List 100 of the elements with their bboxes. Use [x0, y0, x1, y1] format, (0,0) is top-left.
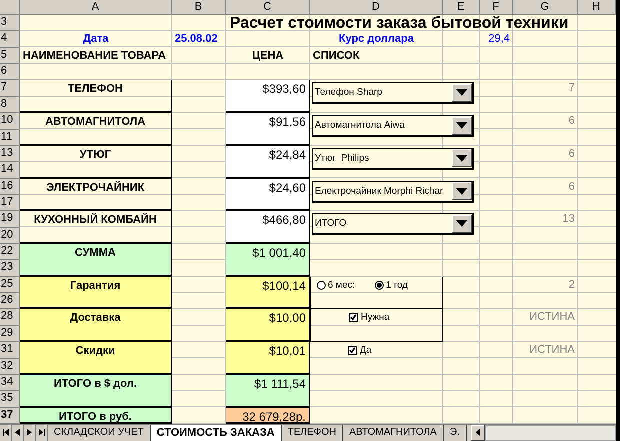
- row-header[interactable]: 32: [0, 358, 20, 375]
- row-header[interactable]: 35: [0, 391, 20, 408]
- row-header[interactable]: 11: [0, 130, 20, 146]
- sheet-title: Расчет стоимости заказа бытовой техники: [229, 15, 570, 32]
- summary-label-cell: СУММА: [20, 244, 172, 277]
- price-cell: $466,80: [226, 211, 310, 244]
- summary-label-cell: Гарантия: [20, 276, 172, 310]
- checkmark-icon: [350, 314, 357, 322]
- count-cell-text: 6: [568, 146, 576, 162]
- row-header[interactable]: 10: [0, 113, 20, 130]
- product-name-cell: УТЮГ: [20, 146, 172, 179]
- row-header[interactable]: 26: [0, 293, 20, 310]
- summary-value-cell: $1 111,54: [226, 374, 310, 408]
- rate-label: Курс доллара: [338, 32, 415, 48]
- row-header[interactable]: 31: [0, 342, 20, 359]
- summary-label-cell: Скидки: [20, 342, 172, 375]
- product-name-cell: ЭЛЕКТРОЧАЙНИК: [20, 178, 172, 212]
- radio-circle-icon[interactable]: [317, 280, 326, 290]
- count-cell-text: 6: [568, 180, 576, 195]
- caret-down-icon: [456, 89, 468, 96]
- row-header[interactable]: 7: [0, 80, 20, 97]
- caret-down-icon: [456, 188, 468, 195]
- result-cell-text: ИСТИНА: [528, 343, 576, 358]
- dropdown[interactable]: Утюг Philips: [312, 148, 474, 170]
- column-header[interactable]: A: [20, 0, 172, 15]
- radio-button[interactable]: 1 год: [375, 280, 408, 291]
- summary-value-cell: $1 001,40: [226, 244, 310, 277]
- product-name-cell: АВТОМАГНИТОЛА: [20, 113, 172, 146]
- row-header[interactable]: 25: [0, 276, 20, 294]
- caret-down-icon: [456, 154, 468, 162]
- sheet-tab[interactable]: АВТОМАГНИТОЛА: [343, 424, 444, 441]
- date-value: 25.08.02: [174, 32, 219, 48]
- caret-down-icon: [456, 220, 468, 228]
- column-header[interactable]: G: [513, 0, 578, 15]
- column-header[interactable]: F: [480, 0, 513, 15]
- horizontal-scrollbar[interactable]: [484, 424, 616, 441]
- radio-circle-icon[interactable]: [375, 280, 384, 290]
- row-header[interactable]: 23: [0, 260, 20, 277]
- count-cell-text: 7: [568, 81, 576, 96]
- first-sheet-icon[interactable]: [0, 424, 12, 441]
- column-header[interactable]: E: [443, 0, 480, 15]
- row-header[interactable]: 28: [0, 309, 20, 326]
- total-rub-cell: 32 679,28р.: [226, 408, 310, 424]
- row-header[interactable]: 37: [0, 408, 20, 424]
- dropdown[interactable]: Автомагнитола Aiwa: [312, 115, 474, 138]
- row-header[interactable]: 5: [0, 48, 20, 64]
- column-title: СПИСОК: [312, 48, 361, 64]
- column-header[interactable]: B: [172, 0, 226, 15]
- row-header[interactable]: 19: [0, 211, 20, 228]
- price-cell: $24,60: [226, 178, 310, 212]
- summary-value-cell: $100,14: [226, 276, 310, 310]
- count-cell-text: 13: [562, 212, 576, 228]
- row-header[interactable]: 14: [0, 162, 20, 179]
- dropdown-button[interactable]: [452, 84, 472, 102]
- select-all-button[interactable]: [0, 0, 20, 15]
- caret-left-icon: [476, 429, 480, 436]
- result-cell-text: 2: [568, 278, 576, 293]
- dropdown[interactable]: ИТОГО: [312, 213, 474, 236]
- row-header[interactable]: 20: [0, 228, 20, 244]
- dropdown-button[interactable]: [452, 149, 472, 168]
- column-header[interactable]: H: [578, 0, 616, 15]
- checkmark-icon: [349, 347, 356, 354]
- row-header[interactable]: 6: [0, 64, 20, 80]
- row-header[interactable]: 22: [0, 244, 20, 260]
- summary-label-cell: ИТОГО в руб.: [20, 408, 172, 424]
- row-header[interactable]: 34: [0, 374, 20, 392]
- dropdown[interactable]: Телефон Sharp: [312, 82, 474, 104]
- radio-button[interactable]: 6 мес:: [317, 280, 356, 291]
- price-cell: $24,84: [226, 146, 310, 179]
- dropdown-button[interactable]: [452, 214, 472, 233]
- price-cell: $393,60: [226, 80, 310, 114]
- sheet-tab[interactable]: Э.: [444, 424, 467, 441]
- result-cell-text: ИСТИНА: [528, 310, 576, 326]
- row-header[interactable]: 29: [0, 326, 20, 342]
- summary-label-cell: ИТОГО в $ дол.: [20, 374, 172, 408]
- sheet-tab[interactable]: СТОИМОСТЬ ЗАКАЗА: [150, 424, 282, 441]
- column-header[interactable]: D: [310, 0, 443, 15]
- next-sheet-icon[interactable]: [24, 424, 36, 441]
- row-header[interactable]: 17: [0, 194, 20, 212]
- row-header[interactable]: 4: [0, 31, 20, 48]
- checkbox[interactable]: Да: [348, 345, 372, 356]
- column-title: НАИМЕНОВАНИЕ ТОВАРА: [22, 48, 168, 64]
- dropdown-button[interactable]: [452, 182, 472, 200]
- row-header[interactable]: 8: [0, 96, 20, 114]
- product-name-cell: ТЕЛЕФОН: [20, 80, 172, 114]
- column-title: ЦЕНА: [251, 48, 285, 64]
- row-header[interactable]: 3: [0, 15, 20, 32]
- sheet-tab[interactable]: ТЕЛЕФОН: [282, 424, 344, 441]
- last-sheet-icon[interactable]: [36, 424, 48, 441]
- rate-value: 29,4: [488, 32, 511, 48]
- scroll-left-button[interactable]: [470, 424, 485, 441]
- column-header[interactable]: C: [226, 0, 310, 15]
- checkbox[interactable]: Нужна: [349, 312, 390, 324]
- dropdown-button[interactable]: [452, 116, 472, 135]
- count-cell-text: 6: [568, 114, 576, 130]
- row-header[interactable]: 13: [0, 146, 20, 162]
- caret-down-icon: [456, 122, 468, 130]
- row-header[interactable]: 16: [0, 178, 20, 195]
- dropdown[interactable]: Електрочайник Morphi Richar: [312, 180, 474, 203]
- price-cell: $91,56: [226, 113, 310, 146]
